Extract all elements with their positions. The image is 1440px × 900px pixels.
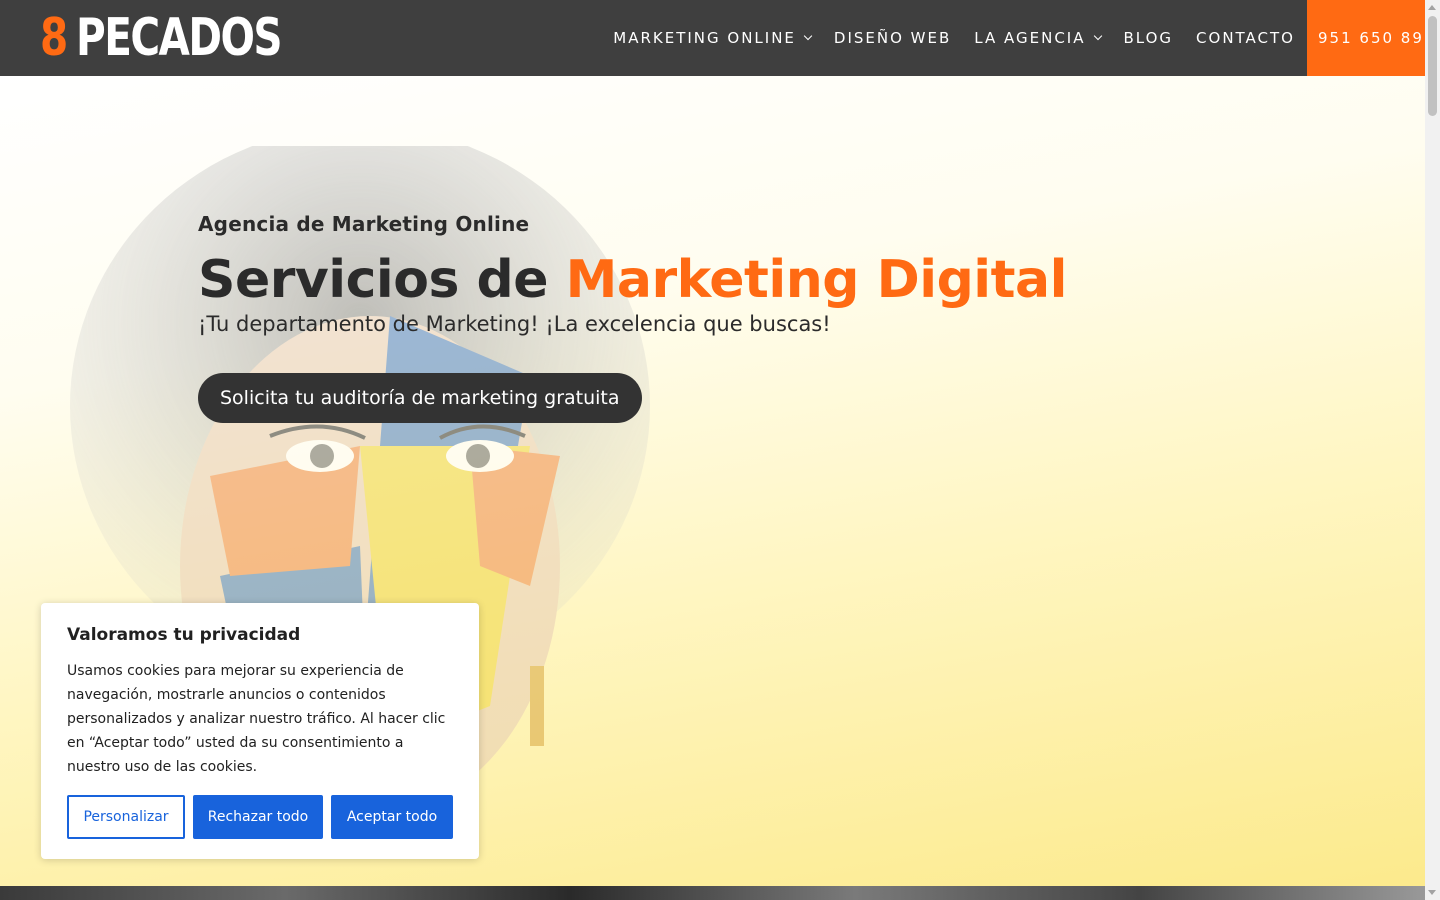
page-scrollbar[interactable] bbox=[1425, 0, 1440, 900]
chevron-down-icon bbox=[1093, 31, 1102, 41]
headline-accent: Marketing Digital bbox=[565, 250, 1068, 310]
cookie-title: Valoramos tu privacidad bbox=[67, 625, 301, 645]
nav-item-label: DISEÑO WEB bbox=[833, 29, 952, 47]
logo-number: 8 bbox=[40, 8, 68, 68]
cookie-consent-panel: Valoramos tu privacidad Usamos cookies p… bbox=[41, 603, 479, 859]
nav-item-la-agencia[interactable]: LA AGENCIA bbox=[974, 0, 1102, 76]
nav-item-label: CONTACTO bbox=[1196, 29, 1295, 47]
nav-item-diseno-web[interactable]: DISEÑO WEB bbox=[834, 0, 951, 76]
cookie-description: Usamos cookies para mejorar su experienc… bbox=[67, 663, 446, 775]
nav-item-label: BLOG bbox=[1123, 29, 1174, 47]
scroll-up-arrow-icon[interactable] bbox=[1428, 5, 1436, 10]
reject-all-button[interactable]: Rechazar todo bbox=[193, 795, 323, 839]
nav-item-label: MARKETING ONLINE bbox=[613, 29, 796, 47]
accept-all-button[interactable]: Aceptar todo bbox=[331, 795, 453, 839]
phone-link[interactable]: 951 650 891 bbox=[1307, 0, 1425, 76]
logo-word: PECADOS bbox=[76, 8, 283, 68]
hero-subheading: ¡Tu departamento de Marketing! ¡La excel… bbox=[198, 312, 831, 336]
next-section-image-strip bbox=[0, 886, 1425, 900]
phone-number: 951 650 891 bbox=[1318, 29, 1425, 47]
nav-item-marketing-online[interactable]: MARKETING ONLINE bbox=[613, 0, 813, 76]
brand-logo[interactable]: 8 PECADOS bbox=[40, 8, 283, 68]
site-header: 8 PECADOS MARKETING ONLINE DISEÑO WEB LA … bbox=[0, 0, 1425, 76]
hero-eyebrow: Agencia de Marketing Online bbox=[198, 212, 530, 236]
headline-prefix: Servicios de bbox=[198, 250, 549, 310]
free-audit-button[interactable]: Solicita tu auditoría de marketing gratu… bbox=[198, 373, 642, 423]
nav-item-contacto[interactable]: CONTACTO bbox=[1196, 0, 1295, 76]
chevron-down-icon bbox=[803, 31, 813, 41]
nav-item-label: LA AGENCIA bbox=[974, 29, 1086, 47]
main-navigation: MARKETING ONLINE DISEÑO WEB LA AGENCIA B… bbox=[590, 0, 1425, 76]
scroll-down-arrow-icon[interactable] bbox=[1428, 890, 1436, 895]
customize-cookies-button[interactable]: Personalizar bbox=[67, 795, 185, 839]
hero-content: Agencia de Marketing Online Servicios de… bbox=[198, 212, 1067, 423]
cookie-actions: Personalizar Rechazar todo Aceptar todo bbox=[67, 795, 453, 839]
hero-headline: Servicios de Marketing Digital bbox=[198, 250, 1067, 310]
scrollbar-thumb[interactable] bbox=[1428, 16, 1437, 116]
nav-item-blog[interactable]: BLOG bbox=[1124, 0, 1174, 76]
